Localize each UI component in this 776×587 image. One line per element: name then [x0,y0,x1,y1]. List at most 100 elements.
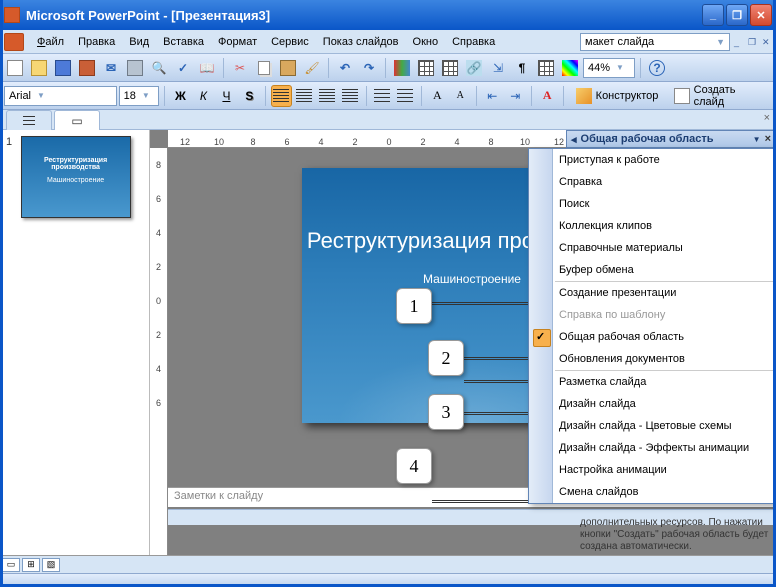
sorter-view-button[interactable]: ⊞ [22,558,40,572]
font-value: Arial [9,90,31,102]
paste-button[interactable] [277,57,299,79]
cut-button[interactable]: ✂ [229,57,251,79]
menu-help[interactable]: Справка [445,34,502,50]
print-preview-button[interactable]: 🔍 [148,57,170,79]
slide-thumbnail[interactable]: Реструктуризация производства Машиностро… [21,136,131,218]
zoom-combo[interactable]: 44%▼ [583,58,635,78]
design-button[interactable]: Конструктор [569,85,666,107]
dd-item-template-help: Справка по шаблону [529,304,775,326]
dd-item-doc-updates[interactable]: Обновления документов [529,348,775,370]
format-painter-button[interactable]: 🖌 [301,57,323,79]
shadow-button[interactable]: S [239,85,260,107]
dd-item-animation-schemes[interactable]: Дизайн слайда - Эффекты анимации [529,437,775,459]
show-formatting-button[interactable]: ¶ [511,57,533,79]
increase-font-button[interactable]: A [427,85,448,107]
close-button[interactable]: ✕ [750,4,772,26]
italic-button[interactable]: К [193,85,214,107]
bullets-button[interactable] [395,85,416,107]
outline-tab[interactable] [6,110,52,130]
dd-item-custom-animation[interactable]: Настройка анимации [529,459,775,481]
mdi-restore-button[interactable]: ❐ [748,37,758,47]
align-center-button[interactable] [294,85,315,107]
menu-insert[interactable]: Вставка [156,34,211,50]
close-icon[interactable]: × [765,133,771,145]
font-combo[interactable]: Arial▼ [4,86,117,106]
increase-indent-button[interactable]: ⇥ [505,85,526,107]
formatting-toolbar: Arial▼ 18▼ Ж К Ч S A A ⇤ ⇥ A Конструктор… [0,82,776,110]
align-right-button[interactable] [317,85,338,107]
table-button[interactable] [415,57,437,79]
align-left-button[interactable] [271,85,292,107]
chart-button[interactable] [391,57,413,79]
permission-button[interactable] [76,57,98,79]
decrease-indent-button[interactable]: ⇤ [482,85,503,107]
slideshow-view-button[interactable]: ▧ [42,558,60,572]
window-title: Microsoft PowerPoint - [Презентация3] [26,8,702,23]
new-button[interactable] [4,57,26,79]
view-buttons-row: ▭ ⊞ ▧ [0,555,776,573]
mdi-minimize-button[interactable]: _ [734,37,744,47]
expand-button[interactable]: ⇲ [487,57,509,79]
numbering-button[interactable] [372,85,393,107]
menu-slideshow[interactable]: Показ слайдов [316,34,406,50]
tables-borders-button[interactable] [439,57,461,79]
color-grayscale-button[interactable] [559,57,581,79]
slides-tab[interactable]: ▭ [54,110,100,130]
maximize-button[interactable]: ❐ [726,4,748,26]
app-icon [4,7,20,23]
dd-item-shared-workspace[interactable]: Общая рабочая область [529,326,775,348]
dd-item-slide-layout[interactable]: Разметка слайда [529,371,775,393]
dd-item-help[interactable]: Справка [529,171,775,193]
hyperlink-button[interactable]: 🔗 [463,57,485,79]
chevron-left-icon[interactable]: ◂ [571,133,577,146]
taskpane-header[interactable]: ◂ Общая рабочая область ▼ × [566,130,776,148]
bold-button[interactable]: Ж [170,85,191,107]
undo-button[interactable]: ↶ [334,57,356,79]
title-bar: Microsoft PowerPoint - [Презентация3] _ … [0,0,776,30]
minimize-button[interactable]: _ [702,4,724,26]
menu-window[interactable]: Окно [406,34,446,50]
taskpane-nav[interactable]: × [758,110,776,129]
dd-item-slide-transition[interactable]: Смена слайдов [529,481,775,503]
menu-file[interactable]: ФФайлайл [30,34,71,50]
dd-item-color-schemes[interactable]: Дизайн слайда - Цветовые схемы [529,415,775,437]
help-button[interactable]: ? [646,57,668,79]
dropdown-icon[interactable]: ▼ [753,135,761,144]
design-label: Конструктор [596,90,659,102]
slide-panel[interactable]: 1 Реструктуризация производства Машиност… [0,130,150,555]
spelling-button[interactable]: ✓ [172,57,194,79]
dd-item-clipboard[interactable]: Буфер обмена [529,259,775,281]
system-menu-icon[interactable] [4,33,24,51]
grid-button[interactable] [535,57,557,79]
font-color-button[interactable]: A [537,85,558,107]
menu-edit[interactable]: Правка [71,34,122,50]
help-search-combo[interactable]: макет слайда ▼ [580,33,730,51]
copy-button[interactable] [253,57,275,79]
menu-view[interactable]: Вид [122,34,156,50]
horizontal-scrollbar[interactable] [168,509,776,525]
open-button[interactable] [28,57,50,79]
dd-item-new-presentation[interactable]: Создание презентации [529,282,775,304]
dd-item-getting-started[interactable]: Приступая к работе [529,149,775,171]
normal-view-button[interactable]: ▭ [2,558,20,572]
new-slide-button[interactable]: Создать слайд [667,85,772,107]
underline-button[interactable]: Ч [216,85,237,107]
dd-item-research[interactable]: Справочные материалы [529,237,775,259]
redo-button[interactable]: ↷ [358,57,380,79]
dd-item-search[interactable]: Поиск [529,193,775,215]
research-button[interactable]: 📖 [196,57,218,79]
email-button[interactable]: ✉ [100,57,122,79]
font-size-combo[interactable]: 18▼ [119,86,159,106]
align-justify-button[interactable] [340,85,361,107]
font-size-value: 18 [124,90,136,102]
vertical-ruler[interactable]: 8 6 4 2 0 2 4 6 [150,148,168,555]
decrease-font-button[interactable]: A [450,85,471,107]
save-button[interactable] [52,57,74,79]
zoom-value: 44% [588,62,610,74]
mdi-close-button[interactable]: ✕ [762,37,772,47]
dd-item-slide-design[interactable]: Дизайн слайда [529,393,775,415]
menu-tools[interactable]: Сервис [264,34,316,50]
menu-format[interactable]: Формат [211,34,264,50]
dd-item-clipart[interactable]: Коллекция клипов [529,215,775,237]
print-button[interactable] [124,57,146,79]
